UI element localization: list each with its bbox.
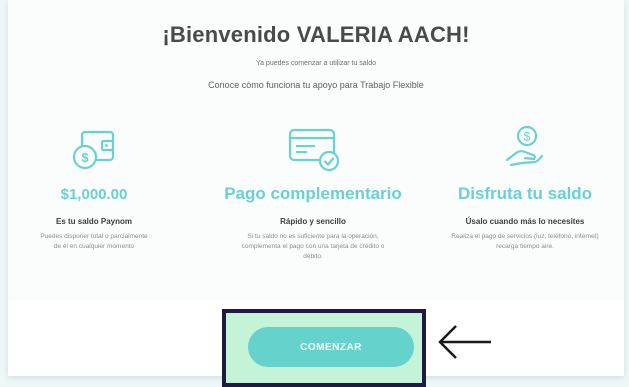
feature-complementary-description: Si tu saldo no es suficiente para la ope… <box>241 233 385 260</box>
feature-enjoy-title: Disfruta tu saldo <box>457 184 593 203</box>
feature-balance-heading: Es tu saldo Paynom <box>55 217 133 226</box>
highlight-box: COMENZAR <box>222 309 426 387</box>
comenzar-button[interactable]: COMENZAR <box>248 327 414 367</box>
credit-card-check-icon <box>288 128 340 172</box>
feature-balance-amount: $1,000.00 <box>60 186 128 203</box>
feature-enjoy-heading: Úsalo cuando más lo necesites <box>465 217 585 226</box>
feature-enjoy: $ Disfruta tu saldo Úsalo cuando más lo … <box>426 0 624 300</box>
feature-enjoy-description: Realiza el pago de servicios (luz, teléf… <box>451 233 599 250</box>
hand-coin-icon: $ <box>505 125 544 167</box>
feature-complementary-title: Pago complementario <box>224 184 402 203</box>
feature-balance-description: Puedes disponer total o parcialmente de … <box>40 233 148 250</box>
svg-text:$: $ <box>524 130 531 144</box>
wallet-dollar-icon: $ <box>72 130 115 170</box>
feature-balance: $ $1,000.00 Es tu saldo Paynom Puedes di… <box>8 0 180 300</box>
feature-complementary-heading: Rápido y sencillo <box>280 217 346 226</box>
left-arrow-icon <box>438 325 491 359</box>
feature-complementary: Pago complementario Rápido y sencillo Si… <box>206 0 420 300</box>
svg-text:$: $ <box>81 150 89 165</box>
